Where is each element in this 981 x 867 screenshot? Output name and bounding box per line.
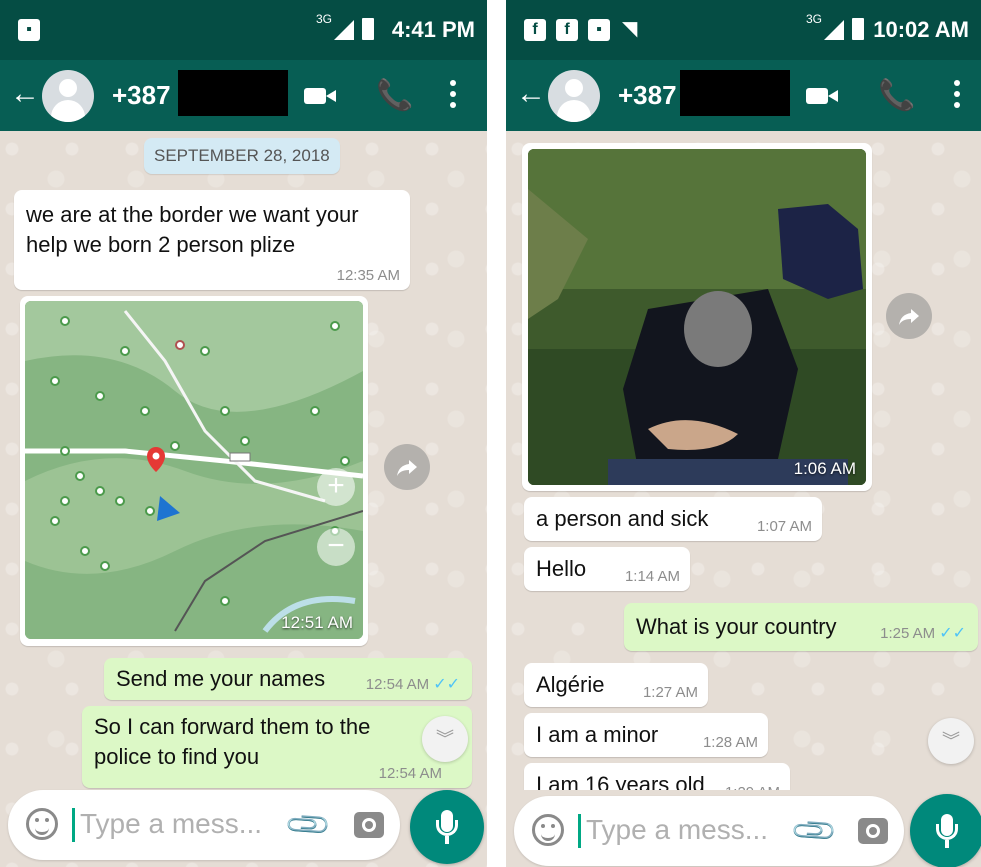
forward-icon [899,309,919,325]
contact-name[interactable]: +387 [618,80,677,111]
message-input-bar[interactable]: Type a mess... 📎 [514,796,904,866]
message-text: Hello [536,556,587,581]
back-arrow-icon[interactable]: ← [516,76,546,112]
mic-button[interactable] [910,794,981,867]
attach-icon[interactable]: 📎 [789,806,840,857]
signal-icon [824,20,844,40]
forward-icon [397,460,417,476]
photo-graphic [528,149,866,485]
message-line: we are at the border we want your [26,202,359,227]
message-bubble[interactable]: a person and sick 1:07 AM [524,497,822,541]
status-time: 4:41 PM [391,17,475,42]
facebook-notification-icon: f [556,19,578,41]
camera-icon[interactable] [858,818,888,844]
message-time: 1:27 AM [642,684,698,701]
message-input-placeholder[interactable]: Type a mess... [586,814,768,846]
battery-icon [852,18,864,40]
message-time: 12:54 AM [378,765,442,782]
avatar[interactable] [548,70,600,122]
message-text: So I can forward them to the police to f… [94,712,370,772]
back-arrow-icon[interactable]: ← [10,76,40,112]
status-bar: ▪ 3G 4:41 PM [0,0,487,60]
message-bubble[interactable]: Algérie 1:27 AM [524,663,708,707]
right-chat-screen: f f ▪ ◥ 3G 10:02 AM ← +387 📞 1:06 AM a p… [506,0,981,867]
message-time: 12:51 AM [281,613,353,632]
scroll-down-button[interactable]: ︾ [422,716,468,762]
menu-icon[interactable] [954,80,960,110]
network-type: 3G [806,12,823,26]
message-bubble[interactable]: we are at the border we want your help w… [14,190,410,290]
read-receipt-icon: ✓✓ [939,625,966,642]
message-time: 12:54 AM ✓✓ [365,676,460,693]
status-time: 10:02 AM [873,17,969,42]
message-text: we are at the border we want your help w… [26,200,359,260]
forward-button[interactable] [384,444,430,490]
status-bar: f f ▪ ◥ 3G 10:02 AM [506,0,981,60]
mic-button[interactable] [410,790,484,864]
message-text: a person and sick [536,506,709,531]
image-message[interactable]: 1:06 AM [522,143,872,491]
message-time: 1:28 AM [702,734,758,751]
photo-thumbnail[interactable]: 1:06 AM [528,149,866,485]
network-type: 3G [316,12,333,26]
message-text: Send me your names [116,666,326,691]
message-time: 12:35 AM [336,267,400,284]
message-input-placeholder[interactable]: Type a mess... [80,808,262,840]
voice-call-icon[interactable]: 📞 [376,80,413,112]
chat-header: ← +387 📞 [506,60,981,131]
gallery-notification-icon: ▪ [18,19,40,41]
chat-header: ← +387 📞 [0,60,487,131]
map-graphic [25,301,363,639]
text-cursor [578,814,581,848]
attach-icon[interactable]: 📎 [283,800,334,851]
message-bubble[interactable]: I am a minor 1:28 AM [524,713,768,757]
redaction-bar [178,70,288,116]
left-chat-screen: ▪ 3G 4:41 PM ← +387 📞 SEPTEMBER 28, 2018… [0,0,487,867]
message-text: Algérie [536,672,605,697]
camera-icon[interactable] [354,812,384,838]
message-text: I am a minor [536,722,659,747]
message-text: What is your country [636,614,837,639]
contact-name[interactable]: +387 [112,80,171,111]
message-line: So I can forward them to the [94,714,371,739]
redaction-bar [680,70,790,116]
message-bubble[interactable]: What is your country 1:25 AM ✓✓ [624,603,978,651]
signal-icon [334,20,354,40]
message-bubble[interactable]: Send me your names 12:54 AM ✓✓ [104,658,472,700]
message-line: police to find you [94,744,260,769]
map-thumbnail[interactable]: + − 12:51 AM [25,301,363,639]
forward-button[interactable] [886,293,932,339]
emoji-icon[interactable] [26,808,58,840]
message-input-bar[interactable]: Type a mess... 📎 [8,790,400,860]
scroll-down-button[interactable]: ︾ [928,718,974,764]
battery-icon [362,18,374,40]
menu-icon[interactable] [450,80,456,110]
location-message[interactable]: + − 12:51 AM [20,296,368,646]
video-call-icon[interactable] [806,85,840,107]
zoom-out-button[interactable]: − [317,528,355,566]
gallery-notification-icon: ▪ [588,19,610,41]
emoji-icon[interactable] [532,814,564,846]
read-receipt-icon: ✓✓ [433,676,460,693]
video-call-icon[interactable] [304,85,338,107]
message-time: 1:25 AM ✓✓ [880,625,966,642]
voice-call-icon[interactable]: 📞 [878,80,915,112]
date-divider: SEPTEMBER 28, 2018 [144,138,340,174]
message-line: help we born 2 person plize [26,232,296,257]
text-cursor [72,808,75,842]
message-time: 1:06 AM [793,459,856,478]
zoom-in-button[interactable]: + [317,468,355,506]
message-bubble[interactable]: So I can forward them to the police to f… [82,706,472,788]
message-time: 1:07 AM [756,518,812,535]
message-time: 1:14 AM [624,568,680,585]
avatar[interactable] [42,70,94,122]
message-bubble[interactable]: Hello 1:14 AM [524,547,690,591]
facebook-notification-icon: f [524,19,546,41]
wifi-icon: ◥ [622,18,638,40]
